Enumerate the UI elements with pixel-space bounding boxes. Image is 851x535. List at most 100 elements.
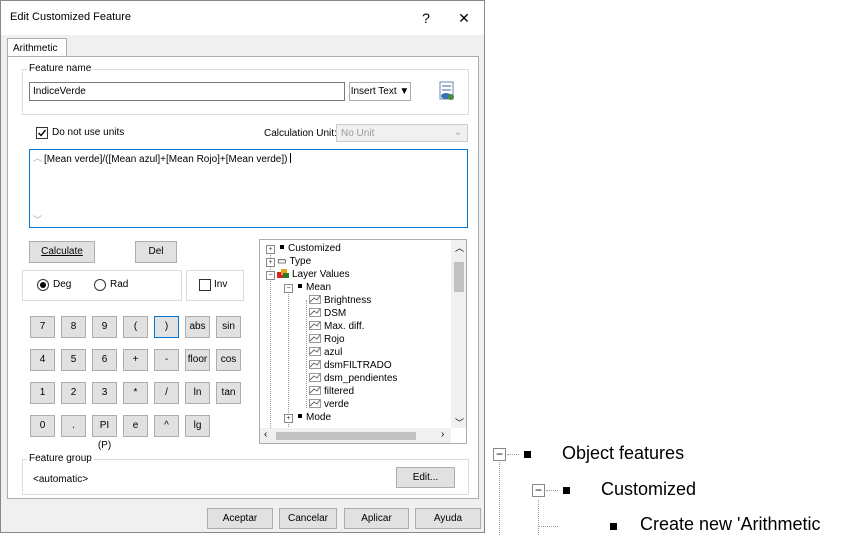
scroll-left-icon[interactable]: ‹ bbox=[264, 429, 267, 440]
key-close-paren[interactable]: ) bbox=[154, 316, 179, 338]
key-6[interactable]: 6 bbox=[92, 349, 117, 371]
tree-label: Layer Values bbox=[292, 269, 350, 280]
feature-chart-icon bbox=[309, 321, 321, 330]
chevron-down-icon: ⌄ bbox=[453, 127, 462, 138]
bullet-icon bbox=[280, 245, 284, 249]
tree-label: dsm_pendientes bbox=[324, 373, 398, 384]
feature-name-input[interactable]: IndiceVerde bbox=[29, 82, 345, 101]
key-tan[interactable]: tan bbox=[216, 382, 241, 404]
tree-item-feature[interactable]: azul bbox=[309, 346, 342, 359]
help-button[interactable]: ? bbox=[415, 7, 437, 29]
help-footer-button[interactable]: Ayuda bbox=[415, 508, 481, 529]
key-7[interactable]: 7 bbox=[30, 316, 55, 338]
database-icon[interactable] bbox=[433, 78, 459, 104]
key-5[interactable]: 5 bbox=[61, 349, 86, 371]
key-abs[interactable]: abs bbox=[185, 316, 210, 338]
tree-guide-line bbox=[306, 300, 307, 408]
feature-chart-icon bbox=[309, 360, 321, 369]
expand-icon[interactable]: + bbox=[266, 245, 275, 254]
rad-radio[interactable] bbox=[94, 279, 106, 291]
key-divide[interactable]: / bbox=[154, 382, 179, 404]
ok-button[interactable]: Aceptar bbox=[207, 508, 273, 529]
text-cursor bbox=[290, 153, 292, 163]
bullet-icon bbox=[563, 487, 570, 494]
tree-item-customized[interactable]: + Customized bbox=[266, 242, 341, 255]
tree-label-customized[interactable]: Customized bbox=[601, 479, 696, 500]
feature-group-legend: Feature group bbox=[27, 453, 94, 464]
tree-horizontal-scrollbar[interactable]: ‹ › bbox=[260, 428, 451, 443]
collapse-icon[interactable]: − bbox=[266, 271, 275, 280]
key-cos[interactable]: cos bbox=[216, 349, 241, 371]
del-button[interactable]: Del bbox=[135, 241, 177, 263]
expand-icon[interactable]: + bbox=[266, 258, 275, 267]
key-2[interactable]: 2 bbox=[61, 382, 86, 404]
key-e[interactable]: e bbox=[123, 415, 148, 437]
inv-label: Inv bbox=[214, 279, 228, 290]
apply-button[interactable]: Aplicar bbox=[344, 508, 409, 529]
tree-label-object-features[interactable]: Object features bbox=[562, 443, 684, 464]
key-1[interactable]: 1 bbox=[30, 382, 55, 404]
collapse-icon[interactable]: − bbox=[493, 448, 506, 461]
tree-item-mean[interactable]: − Mean bbox=[284, 281, 331, 294]
key-sin[interactable]: sin bbox=[216, 316, 241, 338]
expression-text: [Mean verde]/([Mean azul]+[Mean Rojo]+[M… bbox=[44, 154, 288, 165]
tree-item-feature[interactable]: dsmFILTRADO bbox=[309, 359, 392, 372]
calc-unit-select[interactable]: No Unit ⌄ bbox=[336, 124, 468, 142]
tree-item-feature[interactable]: DSM bbox=[309, 307, 346, 320]
feature-chart-icon bbox=[309, 386, 321, 395]
scroll-thumb[interactable] bbox=[454, 262, 464, 292]
cancel-button[interactable]: Cancelar bbox=[279, 508, 337, 529]
expression-editor[interactable]: [Mean verde]/([Mean azul]+[Mean Rojo]+[M… bbox=[29, 149, 468, 228]
key-pi[interactable]: PI (P) bbox=[92, 415, 117, 451]
tree-item-feature[interactable]: Brightness bbox=[309, 294, 371, 307]
tab-arithmetic[interactable]: Arithmetic bbox=[7, 38, 67, 57]
key-4[interactable]: 4 bbox=[30, 349, 55, 371]
tree-guide-line bbox=[538, 500, 539, 535]
scroll-up-icon[interactable]: ︿ bbox=[33, 151, 42, 164]
key-8[interactable]: 8 bbox=[61, 316, 86, 338]
calculate-button[interactable]: Calculate bbox=[29, 241, 95, 263]
expand-icon[interactable]: + bbox=[284, 414, 293, 423]
key-0[interactable]: 0 bbox=[30, 415, 55, 437]
scroll-right-icon[interactable]: › bbox=[441, 429, 444, 440]
bullet-icon bbox=[298, 284, 302, 288]
tree-item-feature[interactable]: filtered bbox=[309, 385, 354, 398]
dialog-title: Edit Customized Feature bbox=[10, 11, 132, 23]
feature-tree[interactable]: + Customized + ▭ Type − Layer Values − Mean B… bbox=[259, 239, 467, 444]
key-floor[interactable]: floor bbox=[185, 349, 210, 371]
tree-item-type[interactable]: + ▭ Type bbox=[266, 255, 311, 268]
feature-group-value: <automatic> bbox=[33, 474, 89, 485]
do-not-use-units-checkbox[interactable] bbox=[36, 127, 48, 139]
collapse-icon[interactable]: − bbox=[284, 284, 293, 293]
tree-item-feature[interactable]: Rojo bbox=[309, 333, 345, 346]
insert-text-button[interactable]: Insert Text ▼ bbox=[349, 82, 411, 101]
scroll-thumb[interactable] bbox=[276, 432, 416, 440]
close-button[interactable]: ✕ bbox=[453, 7, 475, 29]
tree-label-create-new-arithmetic[interactable]: Create new 'Arithmetic bbox=[640, 514, 821, 535]
tree-item-feature[interactable]: verde bbox=[309, 398, 349, 411]
tree-item-layer-values[interactable]: − Layer Values bbox=[266, 268, 350, 281]
scroll-up-icon[interactable]: ︿ bbox=[455, 241, 464, 254]
key-9[interactable]: 9 bbox=[92, 316, 117, 338]
key-plus[interactable]: + bbox=[123, 349, 148, 371]
scroll-down-icon[interactable]: ﹀ bbox=[33, 213, 42, 226]
edit-feature-group-button[interactable]: Edit... bbox=[396, 467, 455, 488]
key-3[interactable]: 3 bbox=[92, 382, 117, 404]
key-minus[interactable]: - bbox=[154, 349, 179, 371]
tree-item-feature[interactable]: Max. diff. bbox=[309, 320, 364, 333]
tree-vertical-scrollbar[interactable]: ︿ ﹀ bbox=[451, 240, 466, 429]
key-multiply[interactable]: * bbox=[123, 382, 148, 404]
key-open-paren[interactable]: ( bbox=[123, 316, 148, 338]
calculate-label: Calculate bbox=[41, 246, 83, 257]
key-ln[interactable]: ln bbox=[185, 382, 210, 404]
tree-item-feature[interactable]: dsm_pendientes bbox=[309, 372, 397, 385]
key-decimal[interactable]: . bbox=[61, 415, 86, 437]
collapse-icon[interactable]: − bbox=[532, 484, 545, 497]
inv-checkbox[interactable] bbox=[199, 279, 211, 291]
enlarged-tree-view: − Object features − Customized Create ne… bbox=[490, 440, 851, 535]
key-power[interactable]: ^ bbox=[154, 415, 179, 437]
tree-item-mode[interactable]: + Mode bbox=[284, 411, 331, 424]
scroll-down-icon[interactable]: ﹀ bbox=[455, 416, 464, 429]
key-lg[interactable]: lg bbox=[185, 415, 210, 437]
deg-radio[interactable] bbox=[37, 279, 49, 291]
